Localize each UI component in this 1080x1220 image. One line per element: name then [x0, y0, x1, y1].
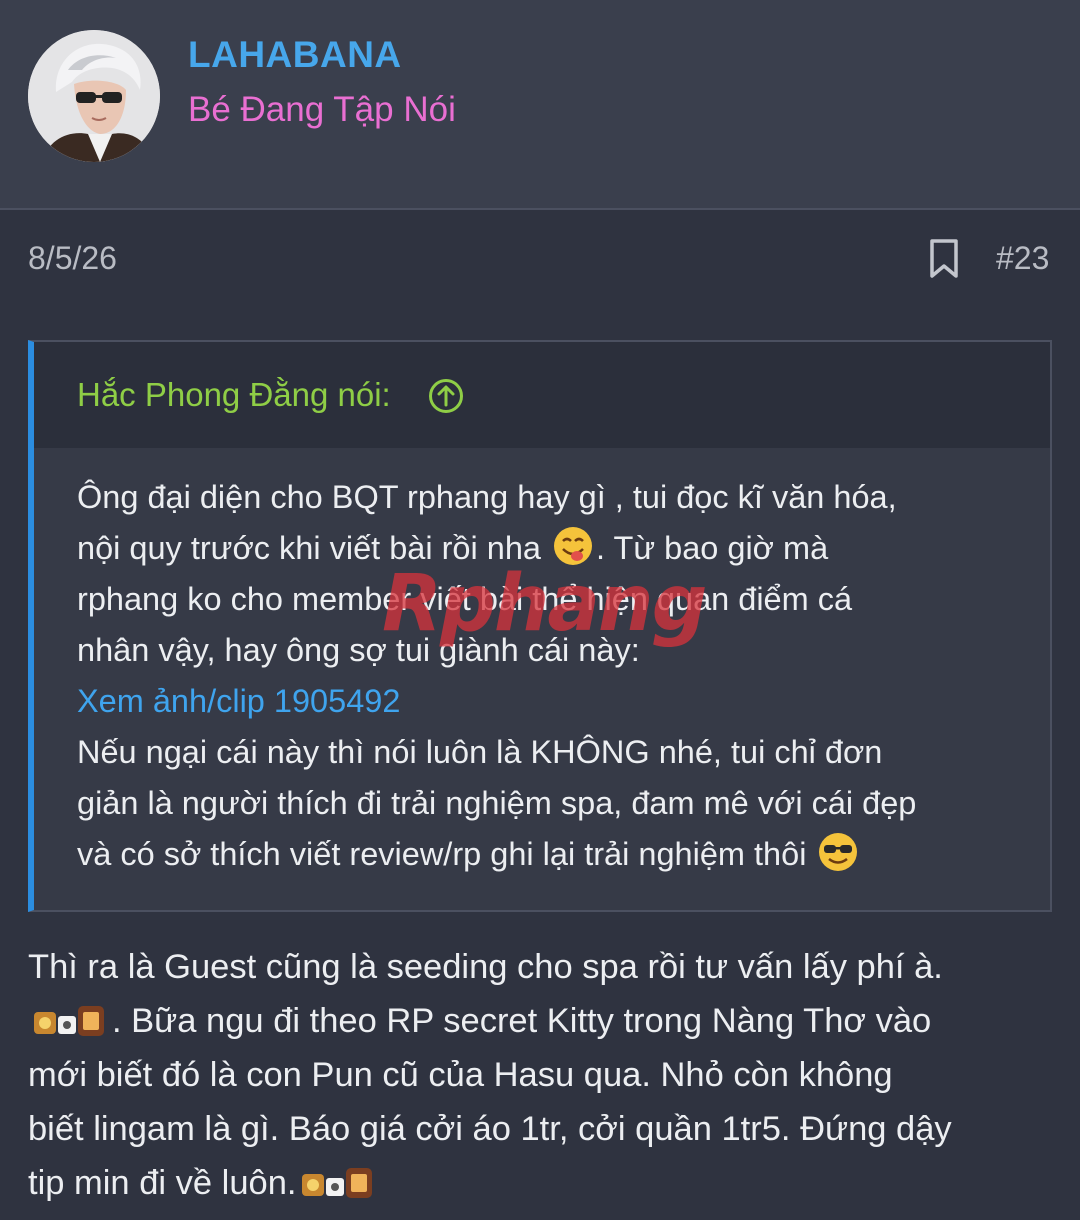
quote-line: Ông đại diện cho BQT rphang hay gì , tui… — [77, 479, 897, 515]
username[interactable]: LAHABANA — [188, 34, 402, 76]
post-number[interactable]: #23 — [996, 240, 1049, 277]
quote-author[interactable]: Hắc Phong Đằng nói: — [77, 376, 391, 414]
quote-line: nội quy trước khi viết bài rồi nha . Từ … — [77, 523, 1027, 574]
message-line: tip min đi về luôn. — [28, 1156, 1068, 1210]
message-line: Thì ra là Guest cũng là seeding cho spa … — [28, 948, 943, 986]
quote-text: và có sở thích viết review/rp ghi lại tr… — [77, 836, 807, 872]
bookmark-icon[interactable] — [926, 238, 962, 280]
avatar[interactable] — [28, 30, 160, 162]
message-line: mới biết đó là con Pun cũ của Hasu qua. … — [28, 1056, 893, 1094]
forum-post: LAHABANA Bé Đang Tập Nói 8/5/26 #23 Hắc … — [0, 0, 1080, 1220]
quote-line: Nếu ngại cái này thì nói luôn là KHÔNG n… — [77, 734, 883, 770]
message-line: biết lingam là gì. Báo giá cởi áo 1tr, c… — [28, 1110, 952, 1148]
quote-body: Ông đại diện cho BQT rphang hay gì , tui… — [77, 472, 1027, 880]
arrow-up-circle-icon[interactable] — [428, 378, 464, 414]
dance-smiley-icon — [30, 1000, 110, 1042]
message-text: tip min đi về luôn. — [28, 1164, 297, 1202]
post-date[interactable]: 8/5/26 — [28, 240, 117, 277]
quote-line: và có sở thích viết review/rp ghi lại tr… — [77, 829, 1027, 880]
media-link[interactable]: Xem ảnh/clip 1905492 — [77, 676, 1027, 727]
dance-smiley-icon — [298, 1162, 378, 1204]
quote-line: rphang ko cho member viết bài thể hiện q… — [77, 581, 853, 617]
quote-header: Hắc Phong Đằng nói: — [34, 342, 1050, 448]
tongue-smiley-icon — [552, 525, 594, 567]
quote-line: giản là người thích đi trải nghiệm spa, … — [77, 785, 917, 821]
post-author-header: LAHABANA Bé Đang Tập Nói — [0, 0, 1080, 210]
quote-block: Hắc Phong Đằng nói: Ông đại diện cho BQT… — [28, 340, 1052, 912]
user-title: Bé Đang Tập Nói — [188, 90, 456, 129]
message-text: . Bữa ngu đi theo RP secret Kitty trong … — [112, 1002, 932, 1040]
quote-line: nhân vậy, hay ông sợ tui giành cái này: — [77, 632, 640, 668]
quote-text: nội quy trước khi viết bài rồi nha — [77, 530, 541, 566]
sunglasses-smiley-icon — [817, 831, 859, 873]
message-line: . Bữa ngu đi theo RP secret Kitty trong … — [28, 994, 1068, 1048]
post-message: Thì ra là Guest cũng là seeding cho spa … — [28, 940, 1068, 1210]
quote-text: . Từ bao giờ mà — [596, 530, 829, 566]
